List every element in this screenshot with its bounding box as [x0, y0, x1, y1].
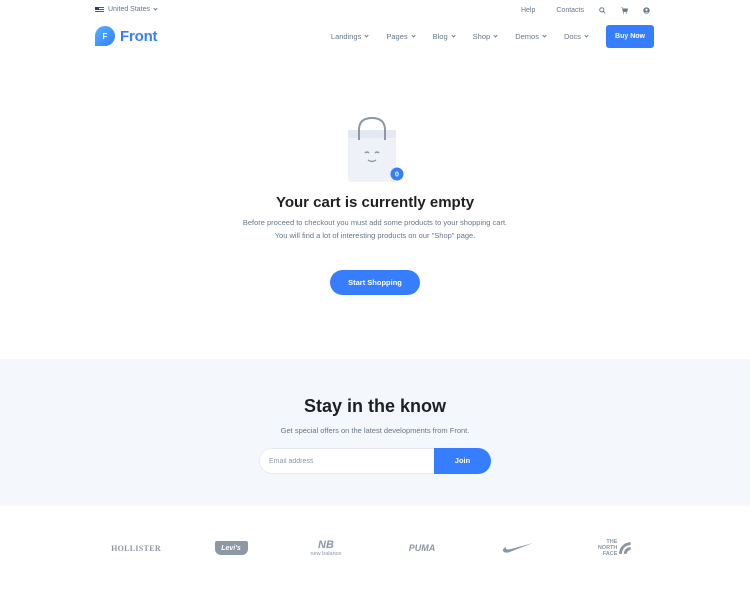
nav-item-demos[interactable]: Demos — [515, 31, 547, 41]
nav-item-shop[interactable]: Shop — [473, 32, 498, 41]
nav-label: Landings — [330, 31, 362, 41]
chevron-down-icon — [153, 6, 158, 11]
subscribe-form: Join — [259, 448, 491, 474]
shopping-bag-icon: 0 — [348, 116, 404, 182]
nav-label: Docs — [563, 31, 582, 41]
cart-icon[interactable] — [620, 6, 628, 14]
start-shopping-button[interactable]: Start Shopping — [330, 270, 420, 295]
subscribe-description: Get special offers on the latest develop… — [280, 426, 470, 435]
levis-logo: Levi's — [214, 538, 248, 558]
cart-description: Before proceed to checkout you must add … — [242, 218, 508, 240]
puma-logo: PUMA — [404, 538, 440, 558]
chevron-down-icon — [493, 32, 498, 38]
locale-selector[interactable]: United States — [95, 6, 158, 13]
nav-label: Demos — [515, 31, 539, 41]
puma-logo-text: PUMA — [408, 543, 436, 553]
nav-item-landings[interactable]: Landings — [330, 31, 369, 41]
north-face-mark-icon — [619, 542, 632, 554]
main-nav: Landings Pages Blog Shop Demos Docs Buy … — [313, 24, 654, 48]
nav-item-docs[interactable]: Docs — [563, 31, 589, 41]
nav-item-blog[interactable]: Blog — [432, 31, 456, 41]
chevron-down-icon — [542, 32, 547, 38]
locale-label: United States — [108, 6, 151, 13]
logo-icon: F — [95, 26, 115, 46]
join-button[interactable]: Join — [434, 448, 491, 474]
cart-badge-count: 0 — [395, 172, 399, 179]
subscribe-section: Stay in the know Get special offers on t… — [0, 359, 750, 506]
chevron-down-icon — [364, 32, 369, 38]
the-north-face-logo: THE NORTH FACE — [596, 538, 632, 558]
buy-now-button[interactable]: Buy Now — [606, 24, 654, 48]
email-field[interactable] — [259, 448, 434, 474]
levis-logo-text: Levi's — [214, 541, 248, 555]
nav-label: Shop — [472, 31, 491, 41]
navbar: F Front Landings Pages Blog Shop Demos D… — [0, 24, 750, 52]
brand-logos: HOLLISTER Levi's NB new balance PUMA THE… — [0, 530, 750, 566]
hollister-logo: HOLLISTER — [111, 538, 161, 558]
chevron-down-icon — [451, 32, 456, 38]
hollister-logo-text: HOLLISTER — [111, 543, 161, 553]
front-logo[interactable]: F Front — [95, 26, 158, 46]
topbar: United States Help Contacts — [0, 0, 750, 22]
new-balance-logo: NB new balance — [306, 538, 346, 558]
new-balance-logo-text: new balance — [310, 550, 342, 557]
logo-text: Front — [120, 27, 158, 45]
nav-label: Pages — [386, 31, 408, 41]
contacts-link[interactable]: Contacts — [556, 7, 584, 14]
chevron-down-icon — [411, 32, 416, 38]
user-icon[interactable] — [642, 6, 650, 14]
us-flag-icon — [95, 6, 104, 13]
nav-label: Blog — [432, 31, 448, 41]
search-icon[interactable] — [598, 6, 606, 14]
chevron-down-icon — [584, 32, 589, 38]
nav-item-pages[interactable]: Pages — [386, 31, 416, 41]
help-link[interactable]: Help — [521, 7, 535, 14]
new-balance-mark: NB — [318, 538, 334, 551]
subscribe-title: Stay in the know — [303, 396, 447, 416]
top-links: Help Contacts — [500, 6, 650, 14]
the-north-face-logo-text: THE NORTH FACE — [597, 539, 618, 557]
nike-swoosh-icon — [502, 538, 534, 558]
cart-title: Your cart is currently empty — [275, 194, 475, 211]
